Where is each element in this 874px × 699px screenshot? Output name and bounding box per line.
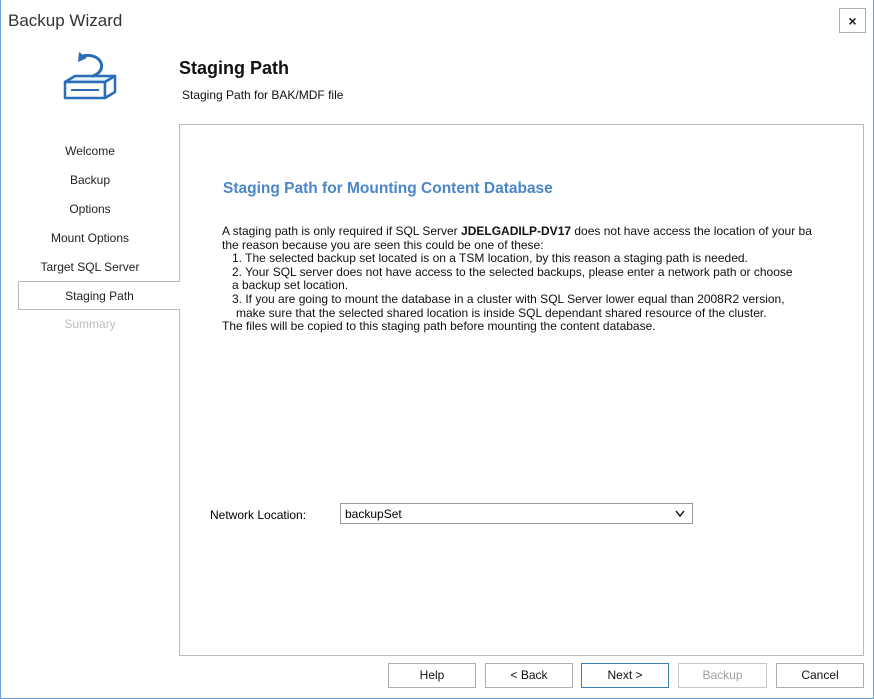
content-panel (179, 124, 864, 656)
reason-item-2: 2. Your SQL server does not have access … (232, 264, 793, 279)
network-location-select[interactable]: backupSet (340, 503, 693, 524)
nav-item-staging-path[interactable]: Staging Path (18, 281, 180, 310)
backup-wizard-window: Backup Wizard × Staging Path Staging Pat… (0, 0, 874, 699)
description-line-1: A staging path is only required if SQL S… (222, 225, 812, 238)
reason-item-1: 1. The selected backup set located is on… (232, 251, 748, 266)
close-icon: × (848, 12, 857, 29)
step-title: Staging Path (179, 58, 290, 78)
content-heading: Staging Path for Mounting Content Databa… (223, 180, 553, 197)
reason-item-3: 3. If you are going to mount the databas… (232, 291, 785, 306)
reason-item-3-cont: make sure that the selected shared locat… (236, 305, 767, 320)
nav-item-target-sql-server[interactable]: Target SQL Server (1, 257, 179, 277)
chevron-down-icon (675, 510, 685, 518)
nav-item-summary: Summary (64, 317, 116, 331)
network-location-value: backupSet (345, 507, 402, 521)
window-title: Backup Wizard (8, 11, 123, 30)
backup-wizard-icon (63, 52, 117, 100)
description-text: A staging path is only required if SQL S… (222, 225, 874, 334)
back-button[interactable]: < Back (485, 663, 573, 688)
description-line-2: the reason because you are seen this cou… (222, 237, 544, 252)
sql-server-name: JDELGADILP-DV17 (461, 225, 572, 238)
close-button[interactable]: × (839, 8, 866, 33)
help-button[interactable]: Help (388, 663, 476, 688)
nav-item-mount-options[interactable]: Mount Options (1, 228, 179, 248)
backup-button: Backup (678, 663, 767, 688)
nav-item-backup[interactable]: Backup (1, 170, 179, 190)
description-footer: The files will be copied to this staging… (222, 319, 656, 334)
cancel-button[interactable]: Cancel (776, 663, 864, 688)
reason-item-2-cont: a backup set location. (232, 278, 349, 293)
nav-item-options[interactable]: Options (1, 199, 179, 219)
network-location-label: Network Location: (210, 508, 307, 522)
next-button[interactable]: Next > (581, 663, 669, 688)
step-subtitle: Staging Path for BAK/MDF file (182, 88, 344, 102)
nav-item-welcome[interactable]: Welcome (1, 141, 179, 161)
